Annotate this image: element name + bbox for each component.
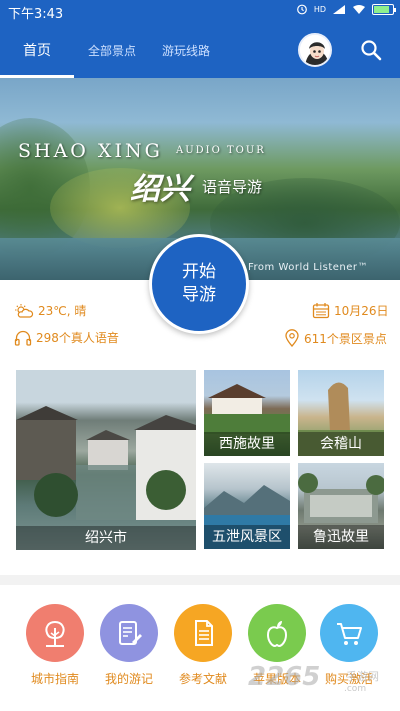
voice-info: 298个真人语音 (14, 329, 119, 346)
references-label: 参考文献 (178, 672, 227, 686)
tab-all-spots[interactable]: 全部景点 (88, 42, 136, 59)
alarm-icon (296, 4, 307, 15)
city-guide-icon (26, 604, 84, 662)
document-icon (174, 604, 232, 662)
date-info: 10月26日 (312, 302, 389, 319)
tile-label: 西施故里 (204, 432, 290, 456)
banner-subtitle-en: AUDIO TOUR (176, 145, 266, 156)
banner-title-en: SHAO XING (18, 140, 163, 162)
start-guide-button[interactable]: 开始 导游 (149, 234, 249, 334)
calendar-icon (312, 303, 330, 319)
banner-title-cn: 绍兴 (130, 172, 190, 207)
section-divider (0, 575, 400, 585)
weather-info: 23℃, 晴 (14, 302, 86, 319)
hd-badge: HD (313, 4, 326, 14)
voice-count-text: 298个真人语音 (36, 331, 119, 345)
battery-icon (372, 3, 396, 15)
cart-icon (320, 604, 378, 662)
date-text: 10月26日 (334, 304, 389, 318)
travel-notes-button[interactable]: 我的游记 (98, 604, 160, 687)
travel-notes-label: 我的游记 (104, 672, 153, 686)
tile-label: 会稽山 (298, 432, 384, 456)
tile-xishi[interactable]: 西施故里 (204, 370, 290, 456)
tile-label: 鲁迅故里 (298, 525, 384, 549)
references-button[interactable]: 参考文献 (172, 604, 234, 687)
top-nav: 首页 全部景点 游玩线路 (0, 22, 400, 78)
search-icon[interactable] (360, 39, 382, 61)
banner-credit: From World Listener™ (248, 262, 369, 273)
status-icons: HD (296, 3, 396, 15)
status-time: 下午3:43 (8, 7, 64, 22)
tile-wuxie[interactable]: 五泄风景区 (204, 463, 290, 549)
watermark-brand: 2265 (248, 662, 321, 692)
start-guide-line2: 导游 (182, 285, 216, 305)
apple-icon (248, 604, 306, 662)
location-pin-icon (285, 329, 299, 347)
avatar[interactable] (298, 33, 332, 67)
travel-notes-icon (100, 604, 158, 662)
headphones-icon (14, 330, 32, 346)
tab-home[interactable]: 首页 (23, 40, 51, 60)
spots-info: 611个景区景点 (284, 329, 387, 347)
watermark-text: 手游网 (346, 670, 379, 683)
weather-icon (15, 303, 34, 318)
start-guide-line1: 开始 (182, 262, 216, 282)
tile-shaoxing[interactable]: 绍兴市 (16, 370, 196, 550)
wifi-icon (353, 4, 365, 14)
status-bar: 下午3:43 HD (0, 0, 400, 22)
tile-label: 绍兴市 (16, 526, 196, 550)
spots-count-text: 611个景区景点 (304, 331, 387, 346)
tile-kuaiji[interactable]: 会稽山 (298, 370, 384, 456)
weather-text: 23℃, 晴 (38, 304, 87, 318)
signal-icon (333, 4, 345, 14)
tab-routes[interactable]: 游玩线路 (162, 42, 210, 59)
watermark-url: .com (344, 684, 367, 694)
tile-luxun[interactable]: 鲁迅故里 (298, 463, 384, 549)
tile-label: 五泄风景区 (204, 525, 290, 549)
banner-subtitle-cn: 语音导游 (202, 178, 263, 196)
city-guide-label: 城市指南 (30, 672, 79, 686)
city-guide-button[interactable]: 城市指南 (24, 604, 86, 687)
